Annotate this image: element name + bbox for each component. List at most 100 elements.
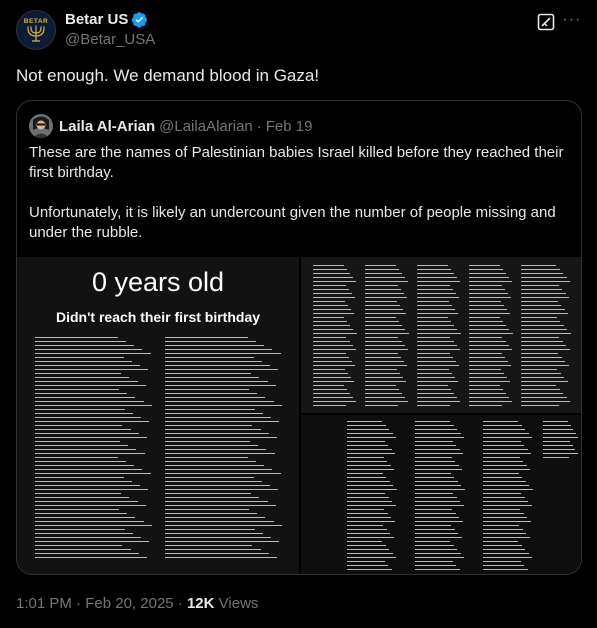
name-line bbox=[469, 317, 501, 318]
name-line bbox=[35, 457, 118, 458]
name-line bbox=[521, 393, 563, 394]
name-line bbox=[365, 313, 407, 314]
name-line bbox=[543, 421, 569, 422]
name-line bbox=[165, 549, 261, 550]
name-line bbox=[165, 369, 279, 370]
name-line bbox=[469, 333, 513, 334]
author-block: Betar US @Betar_USA bbox=[65, 11, 155, 48]
name-line bbox=[347, 501, 392, 502]
name-line bbox=[365, 393, 402, 394]
name-line bbox=[417, 321, 452, 322]
name-line bbox=[347, 557, 396, 558]
name-line bbox=[35, 405, 152, 406]
name-line bbox=[469, 373, 504, 374]
quoted-avatar[interactable] bbox=[29, 114, 53, 138]
name-line bbox=[35, 341, 126, 342]
name-line bbox=[313, 269, 347, 270]
name-line bbox=[415, 481, 458, 482]
name-line bbox=[35, 453, 145, 454]
meta-separator: · bbox=[76, 595, 82, 612]
name-line bbox=[417, 341, 454, 342]
name-line bbox=[35, 505, 146, 506]
name-line bbox=[469, 369, 501, 370]
name-line bbox=[347, 489, 397, 490]
media-image-1[interactable]: 0 years old Didn't reach their first bir… bbox=[17, 257, 299, 574]
name-line bbox=[415, 457, 452, 458]
name-line bbox=[313, 341, 350, 342]
name-line bbox=[483, 501, 528, 502]
name-line bbox=[347, 461, 387, 462]
name-line bbox=[35, 389, 119, 390]
name-line bbox=[469, 313, 511, 314]
name-line bbox=[347, 541, 382, 542]
name-line bbox=[483, 509, 520, 510]
grok-button[interactable] bbox=[536, 12, 556, 32]
name-line bbox=[415, 453, 463, 454]
post-date[interactable]: Feb 20, 2025 bbox=[85, 595, 173, 612]
name-line bbox=[347, 545, 386, 546]
name-line bbox=[313, 273, 350, 274]
name-line bbox=[483, 421, 518, 422]
name-line bbox=[521, 377, 564, 378]
name-line bbox=[483, 537, 530, 538]
more-options-button[interactable]: ··· bbox=[562, 12, 582, 32]
quoted-display-name[interactable]: Laila Al-Arian bbox=[59, 118, 155, 135]
name-line bbox=[313, 289, 350, 290]
name-line bbox=[543, 433, 576, 434]
name-line bbox=[521, 313, 568, 314]
author-display-name[interactable]: Betar US bbox=[65, 11, 128, 28]
name-line bbox=[483, 445, 524, 446]
name-line bbox=[521, 297, 569, 298]
name-line bbox=[165, 349, 273, 350]
quoted-handle[interactable]: @LailaAlarian bbox=[159, 118, 253, 135]
name-line bbox=[469, 361, 508, 362]
name-line bbox=[415, 513, 456, 514]
media-image-3[interactable] bbox=[301, 415, 581, 574]
name-line bbox=[521, 305, 561, 306]
name-line bbox=[415, 541, 450, 542]
name-line bbox=[543, 429, 574, 430]
name-line bbox=[35, 449, 137, 450]
name-line bbox=[165, 441, 250, 442]
name-line bbox=[483, 497, 525, 498]
name-line bbox=[365, 293, 405, 294]
avatar[interactable]: BETAR bbox=[16, 10, 56, 50]
name-line bbox=[415, 525, 451, 526]
name-line bbox=[417, 285, 450, 286]
author-handle[interactable]: @Betar_USA bbox=[65, 31, 155, 48]
name-line bbox=[521, 309, 565, 310]
name-line bbox=[521, 265, 556, 266]
name-line bbox=[313, 381, 354, 382]
name-line bbox=[35, 413, 133, 414]
quoted-post[interactable]: Laila Al-Arian @LailaAlarian · Feb 19 Th… bbox=[16, 100, 582, 575]
name-line bbox=[543, 445, 573, 446]
name-line bbox=[313, 285, 346, 286]
name-line bbox=[347, 437, 396, 438]
name-line bbox=[35, 513, 128, 514]
name-line bbox=[521, 365, 569, 366]
name-line bbox=[469, 385, 500, 386]
name-line bbox=[415, 433, 461, 434]
name-line bbox=[35, 533, 133, 534]
name-line bbox=[35, 437, 148, 438]
quoted-date[interactable]: Feb 19 bbox=[266, 118, 313, 135]
name-line bbox=[483, 433, 529, 434]
name-line bbox=[165, 445, 259, 446]
name-line bbox=[365, 365, 407, 366]
name-line bbox=[35, 425, 123, 426]
name-line bbox=[35, 373, 122, 374]
name-line bbox=[165, 433, 269, 434]
name-line bbox=[347, 433, 393, 434]
name-line bbox=[417, 353, 450, 354]
name-line bbox=[313, 397, 354, 398]
name-line bbox=[313, 377, 351, 378]
name-line bbox=[165, 357, 254, 358]
media-image-2[interactable] bbox=[301, 257, 581, 413]
name-line bbox=[35, 485, 141, 486]
name-line bbox=[365, 273, 402, 274]
post-time[interactable]: 1:01 PM bbox=[16, 595, 72, 612]
name-line bbox=[417, 385, 448, 386]
name-line bbox=[521, 333, 571, 334]
name-line bbox=[35, 537, 142, 538]
name-line bbox=[165, 417, 272, 418]
